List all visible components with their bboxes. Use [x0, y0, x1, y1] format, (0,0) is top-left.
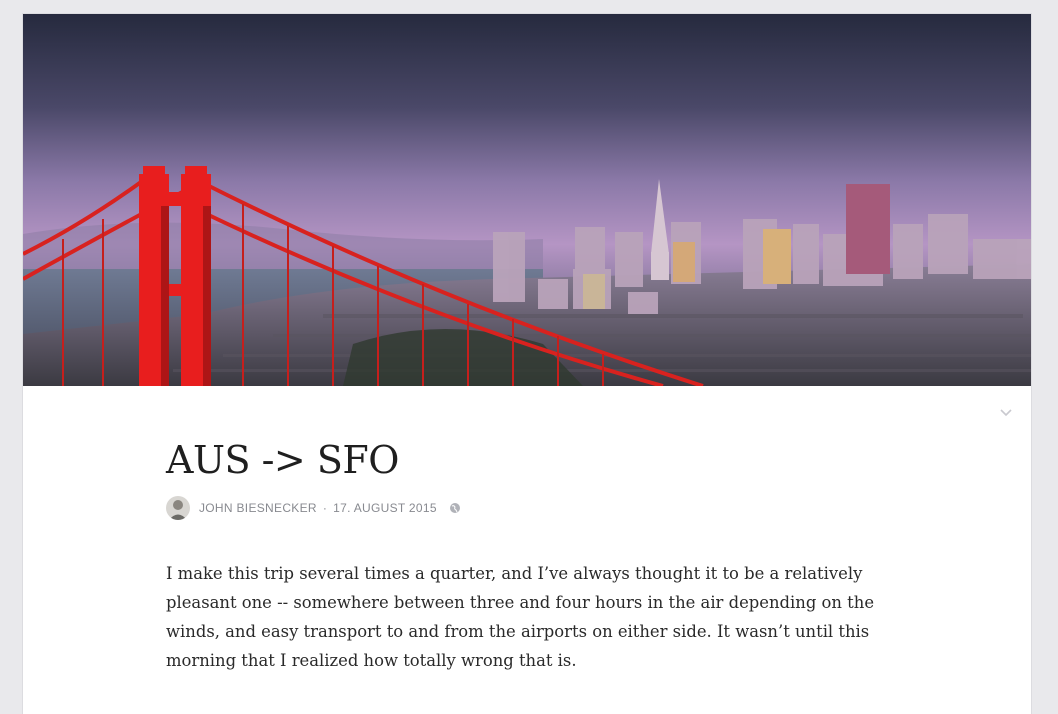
post-date[interactable]: 17. AUGUST 2015	[333, 501, 437, 515]
post-title: AUS -> SFO	[166, 438, 399, 482]
globe-icon	[449, 503, 460, 513]
post-article: AUS -> SFO JOHN BIESNECKER · 17. AUGUST …	[166, 434, 906, 691]
post-body-paragraph: I make this trip several times a quarter…	[166, 564, 875, 670]
chevron-down-icon[interactable]	[999, 406, 1013, 420]
post-byline: JOHN BIESNECKER · 17. AUGUST 2015	[166, 495, 906, 521]
cover-image	[23, 14, 1031, 386]
avatar[interactable]	[166, 496, 190, 520]
author-name[interactable]: JOHN BIESNECKER	[199, 501, 317, 515]
post-card: AUS -> SFO JOHN BIESNECKER · 17. AUGUST …	[23, 14, 1031, 714]
byline-separator: ·	[322, 501, 328, 515]
